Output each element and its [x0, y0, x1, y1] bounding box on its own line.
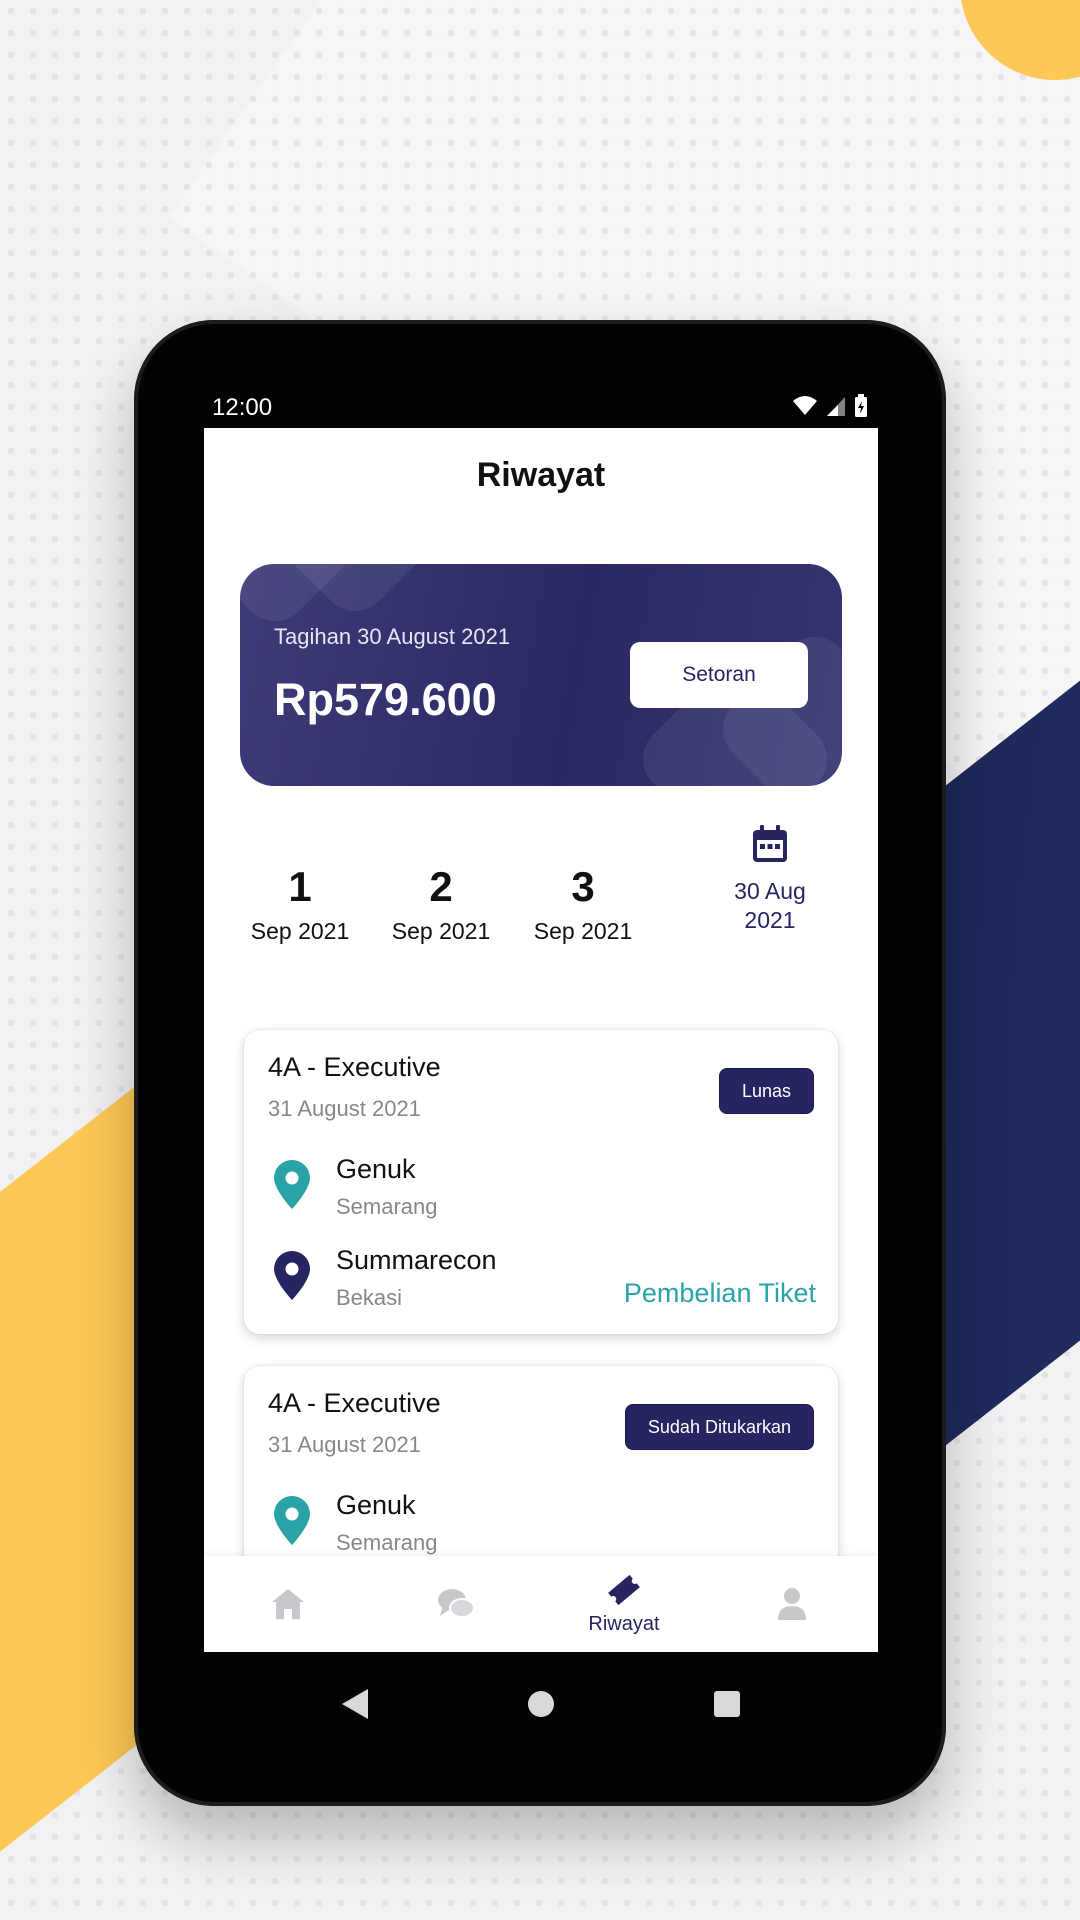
date-picker-label: 30 Aug 2021	[710, 877, 830, 935]
home-icon	[272, 1589, 304, 1619]
date-day: 3	[571, 863, 595, 910]
stop-city: Bekasi	[336, 1285, 403, 1310]
recents-icon[interactable]	[713, 1690, 741, 1718]
date-day: 1	[288, 863, 312, 910]
date-day: 2	[429, 863, 453, 910]
bill-label: Tagihan 30 August 2021	[274, 624, 511, 649]
nav-chat[interactable]	[372, 1556, 540, 1652]
date-month-year: Sep 2021	[391, 918, 491, 944]
location-pin-icon	[274, 1496, 310, 1545]
battery-icon	[855, 394, 867, 417]
setoran-button[interactable]: Setoran	[630, 642, 808, 708]
ticket-icon	[608, 1574, 640, 1605]
date-month-year: Sep 2021	[250, 918, 350, 944]
trip-type: Pembelian Tiket	[623, 1278, 816, 1308]
date-picker-line1: 30 Aug	[734, 878, 806, 904]
bill-card: Tagihan 30 August 2021 Rp579.600 Setoran	[240, 564, 842, 786]
nav-riwayat[interactable]: Riwayat	[540, 1556, 708, 1652]
stop-name: Genuk	[336, 1154, 416, 1184]
android-nav-bar	[204, 1652, 878, 1762]
back-icon[interactable]	[340, 1687, 370, 1721]
trip-card[interactable]: 4A - Executive 31 August 2021 Lunas Genu…	[244, 1030, 838, 1334]
status-bar: 12:00	[202, 386, 878, 428]
calendar-icon	[753, 825, 787, 862]
status-icons	[792, 394, 868, 418]
trip-title: 4A - Executive	[268, 1388, 441, 1418]
chat-icon	[438, 1589, 475, 1618]
nav-profile[interactable]	[708, 1556, 876, 1652]
wifi-icon	[793, 396, 817, 415]
page-title: Riwayat	[476, 456, 606, 494]
date-month-year: Sep 2021	[533, 918, 633, 944]
trip-date: 31 August 2021	[268, 1096, 421, 1121]
stop-name: Summarecon	[336, 1245, 497, 1275]
tablet-device: 12:00 Riwayat Tagihan 30 August 2021 Rp5…	[134, 320, 946, 1806]
bottom-navigation: Riwayat	[204, 1556, 878, 1652]
signal-icon	[827, 397, 845, 416]
app-screen: Riwayat Tagihan 30 August 2021 Rp579.600…	[204, 428, 878, 1652]
status-badge: Sudah Ditukarkan	[624, 1404, 814, 1450]
origin-stop: Genuk Semarang	[272, 1154, 612, 1224]
location-pin-icon	[274, 1160, 310, 1209]
date-selector: 1 Sep 2021 2 Sep 2021 3 Sep 2021 30 Aug …	[204, 824, 878, 944]
bill-amount: Rp579.600	[274, 674, 497, 725]
profile-icon	[778, 1588, 806, 1620]
trip-title: 4A - Executive	[268, 1052, 441, 1082]
stop-city: Semarang	[336, 1530, 438, 1555]
date-item[interactable]: 2 Sep 2021	[376, 864, 506, 945]
status-badge: Lunas	[718, 1068, 814, 1114]
nav-home[interactable]	[204, 1556, 372, 1652]
date-picker-line2: 2021	[744, 907, 796, 933]
stop-city: Semarang	[336, 1194, 438, 1219]
date-picker-button[interactable]: 30 Aug 2021	[710, 824, 830, 935]
date-item[interactable]: 1 Sep 2021	[235, 864, 365, 945]
status-time: 12:00	[212, 394, 273, 421]
home-circle-icon[interactable]	[527, 1690, 555, 1718]
destination-stop: Summarecon Bekasi	[272, 1245, 612, 1315]
trip-date: 31 August 2021	[268, 1432, 421, 1457]
nav-riwayat-label: Riwayat	[588, 1612, 660, 1635]
origin-stop: Genuk Semarang	[272, 1490, 612, 1560]
date-item[interactable]: 3 Sep 2021	[518, 864, 648, 945]
location-pin-icon	[274, 1251, 310, 1300]
stop-name: Genuk	[336, 1490, 416, 1520]
